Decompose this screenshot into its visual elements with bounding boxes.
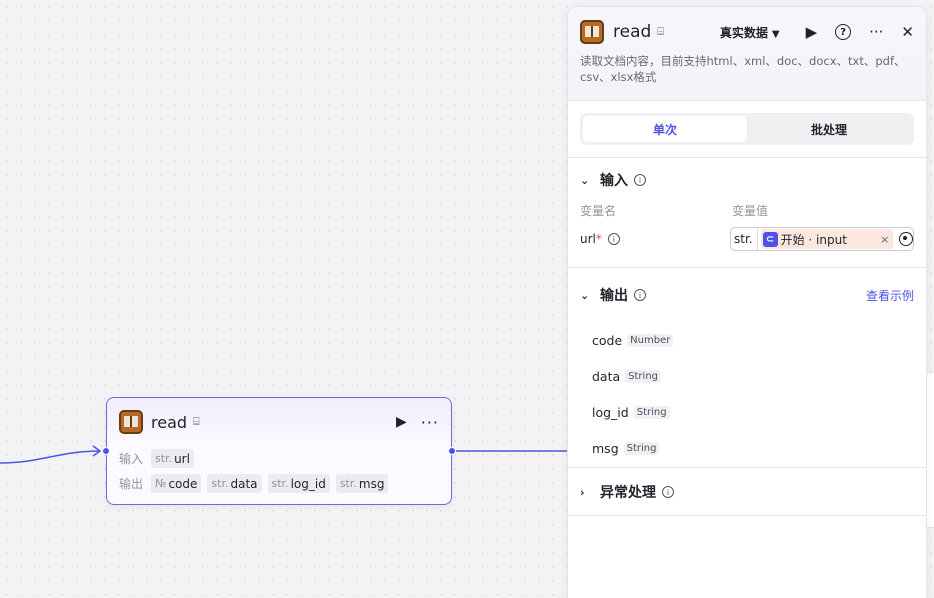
- panel-header: read ⌸ 真实数据 ▼ ▶ ? ··· ✕ 读取文档内容，目前支持html、x…: [568, 7, 926, 101]
- var-value-input[interactable]: str. ⊂ 开始 · input ×: [730, 227, 914, 251]
- run-button[interactable]: ▶: [806, 23, 818, 41]
- output-item: data String: [580, 358, 914, 394]
- output-chip-log-id: str. log_id: [267, 474, 330, 493]
- output-chip-data: str. data: [207, 474, 262, 493]
- plugin-icon: ⌸: [657, 25, 664, 38]
- chevron-down-icon: ⌄: [580, 173, 590, 187]
- input-chip-url: str. url: [151, 449, 194, 468]
- var-name: url: [580, 232, 596, 246]
- incoming-edge: [0, 450, 101, 464]
- tab-batch[interactable]: 批处理: [747, 116, 911, 142]
- book-icon: [119, 410, 143, 434]
- info-icon[interactable]: i: [634, 174, 646, 186]
- close-icon[interactable]: ✕: [901, 23, 914, 41]
- chevron-down-icon: ⌄: [580, 288, 590, 302]
- chevron-right-icon: ›: [580, 485, 585, 499]
- node-header: read ⌸ ▶ ···: [107, 398, 451, 446]
- book-icon: [580, 20, 604, 44]
- more-icon[interactable]: ···: [869, 23, 883, 41]
- output-port[interactable]: [448, 447, 456, 455]
- chip-name: url: [174, 451, 190, 466]
- input-port[interactable]: [102, 447, 110, 455]
- chip-name: log_id: [290, 476, 326, 491]
- required-mark: *: [595, 232, 602, 246]
- start-node-icon: ⊂: [762, 231, 778, 247]
- tab-single[interactable]: 单次: [583, 116, 747, 142]
- output-name: log_id: [592, 404, 629, 420]
- output-item: msg String: [580, 430, 914, 466]
- node-title: read: [151, 412, 188, 432]
- view-example-link[interactable]: 查看示例: [866, 287, 914, 304]
- chip-type: str.: [155, 452, 173, 465]
- output-item: code Number: [580, 322, 914, 358]
- chip-name: msg: [358, 476, 385, 491]
- output-name: data: [592, 368, 621, 384]
- run-node-button[interactable]: ▶: [396, 414, 407, 430]
- info-icon[interactable]: i: [662, 486, 674, 498]
- output-name: code: [592, 332, 623, 348]
- variable-reference[interactable]: ⊂ 开始 · input ×: [760, 229, 894, 249]
- help-icon[interactable]: ?: [835, 24, 852, 40]
- background-panel-edge: [927, 372, 934, 528]
- output-type: String: [633, 405, 670, 419]
- panel-title: read: [613, 22, 652, 42]
- chip-name: data: [230, 476, 258, 491]
- reference-text: 开始 · input: [780, 232, 847, 247]
- read-node[interactable]: read ⌸ ▶ ··· 输入 str. url 输出 № code str. da…: [102, 397, 456, 505]
- node-description: 读取文档内容，目前支持html、xml、doc、docx、txt、pdf、csv…: [580, 54, 906, 84]
- chip-type: str.: [339, 477, 357, 490]
- node-output-row: 输出 № code str. data str. log_id str. msg: [107, 471, 451, 496]
- input-section: ⌄ 输入 i 变量名 变量值 url * i str. ⊂ 开始 · input …: [568, 158, 926, 268]
- node-input-row: 输入 str. url: [107, 446, 451, 471]
- info-icon[interactable]: i: [634, 289, 646, 301]
- run-mode-tabs: 单次 批处理: [580, 113, 914, 145]
- node-settings-panel: read ⌸ 真实数据 ▼ ▶ ? ··· ✕ 读取文档内容，目前支持html、x…: [567, 6, 927, 598]
- output-type: String: [625, 369, 661, 383]
- output-section-title: 输出: [600, 288, 628, 304]
- plugin-icon: ⌸: [193, 415, 200, 428]
- chip-type: №: [155, 477, 167, 490]
- output-label: 输出: [119, 477, 144, 491]
- output-chip-msg: str. msg: [335, 474, 389, 493]
- node-more-button[interactable]: ···: [421, 413, 439, 432]
- error-section-title: 异常处理: [600, 485, 656, 501]
- data-mode-label: 真实数据: [719, 25, 768, 40]
- input-label: 输入: [119, 452, 144, 466]
- chip-type: str.: [211, 477, 229, 490]
- select-variable-icon[interactable]: [899, 232, 913, 246]
- caret-down-icon: ▼: [771, 28, 780, 40]
- column-var-name: 变量名: [580, 204, 617, 218]
- chip-name: code: [168, 476, 198, 491]
- clear-reference-icon[interactable]: ×: [880, 233, 889, 246]
- output-type: Number: [627, 333, 674, 347]
- input-section-header[interactable]: ⌄ 输入 i: [580, 158, 914, 202]
- error-handling-section: › 异常处理 i: [568, 468, 926, 516]
- column-var-value: 变量值: [732, 204, 769, 218]
- output-chip-code: № code: [151, 474, 202, 493]
- chip-type: str.: [271, 477, 289, 490]
- value-type: str.: [734, 228, 758, 250]
- output-section-header[interactable]: ⌄ 输出 i 查看示例: [580, 268, 914, 322]
- data-mode-select[interactable]: 真实数据 ▼: [720, 24, 780, 41]
- output-name: msg: [592, 440, 619, 456]
- output-section: ⌄ 输出 i 查看示例 code Number data String log_id…: [568, 268, 926, 468]
- input-var-row: url * i str. ⊂ 开始 · input ×: [580, 218, 914, 260]
- input-section-title: 输入: [600, 173, 628, 189]
- error-section-header[interactable]: › 异常处理 i: [580, 468, 914, 516]
- output-item: log_id String: [580, 394, 914, 430]
- output-type: String: [623, 441, 660, 455]
- info-icon[interactable]: i: [607, 233, 620, 245]
